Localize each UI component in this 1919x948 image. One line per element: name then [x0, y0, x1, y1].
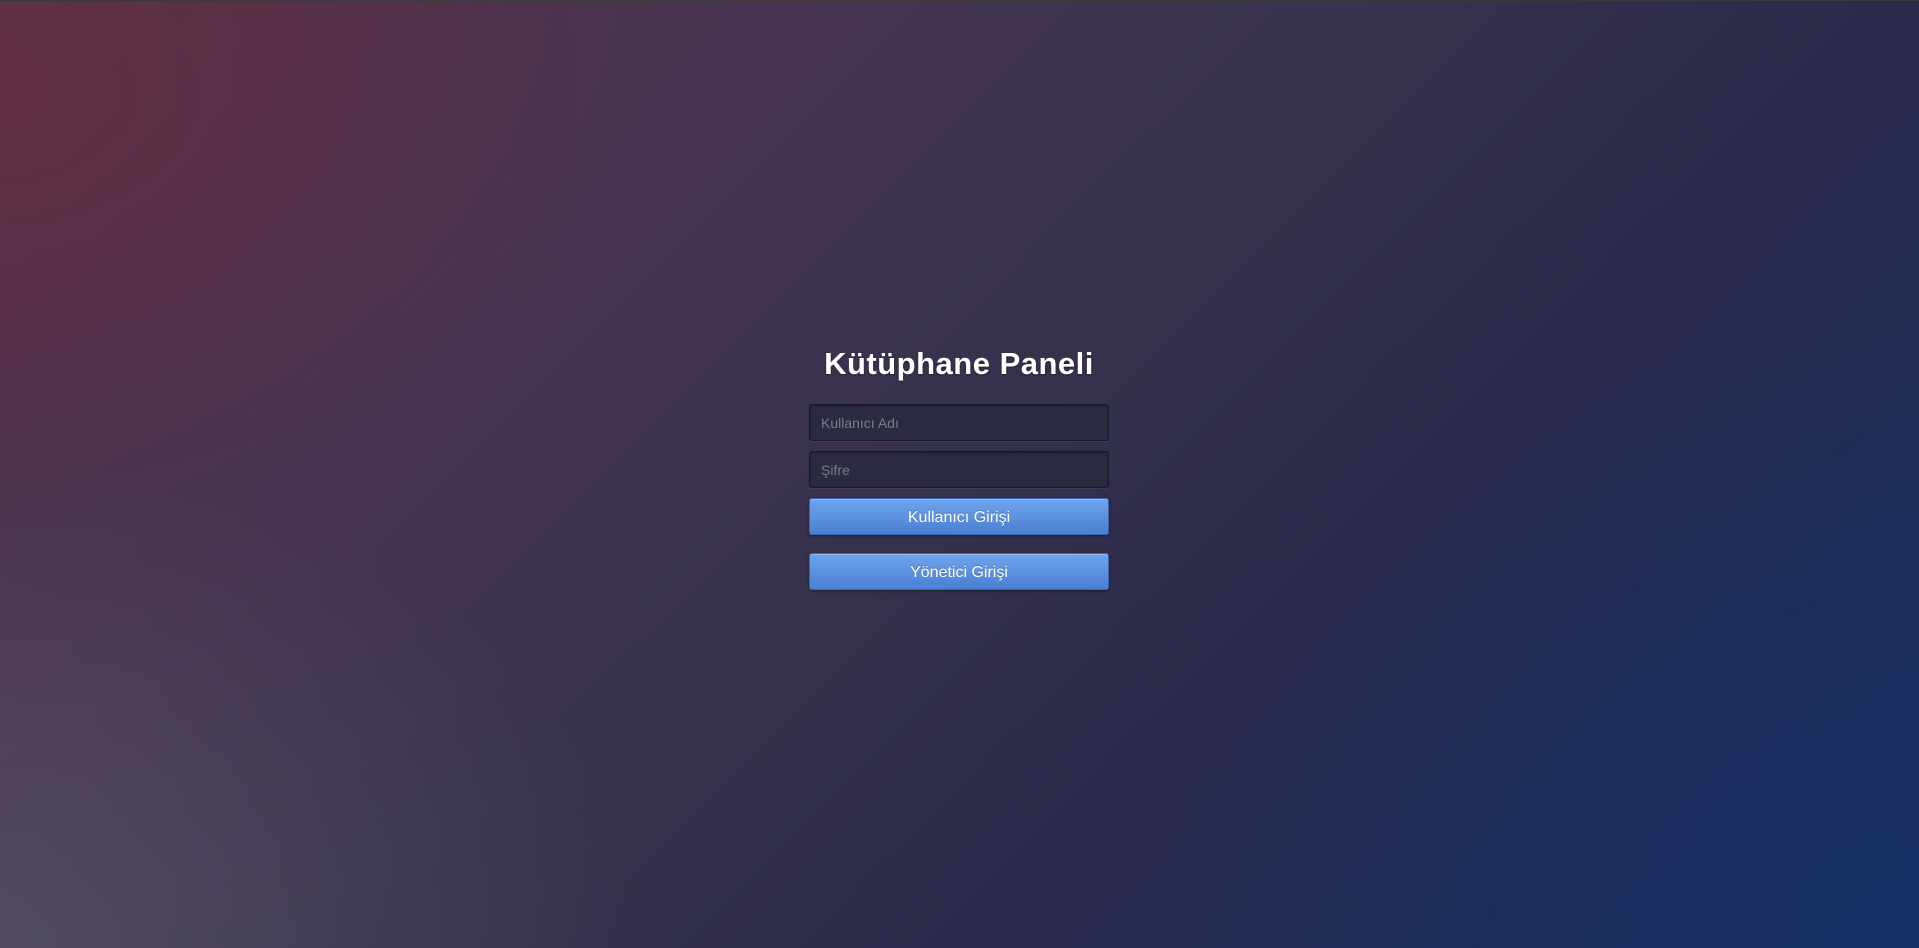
password-input[interactable]	[809, 451, 1109, 488]
username-input[interactable]	[809, 404, 1109, 441]
admin-login-button[interactable]: Yönetici Girişi	[809, 553, 1109, 590]
login-panel: Kütüphane Paneli Kullanıcı Girişi Yöneti…	[809, 340, 1109, 590]
page-title: Kütüphane Paneli	[824, 346, 1094, 381]
top-border-line	[0, 0, 1919, 1]
user-login-button[interactable]: Kullanıcı Girişi	[809, 498, 1109, 535]
